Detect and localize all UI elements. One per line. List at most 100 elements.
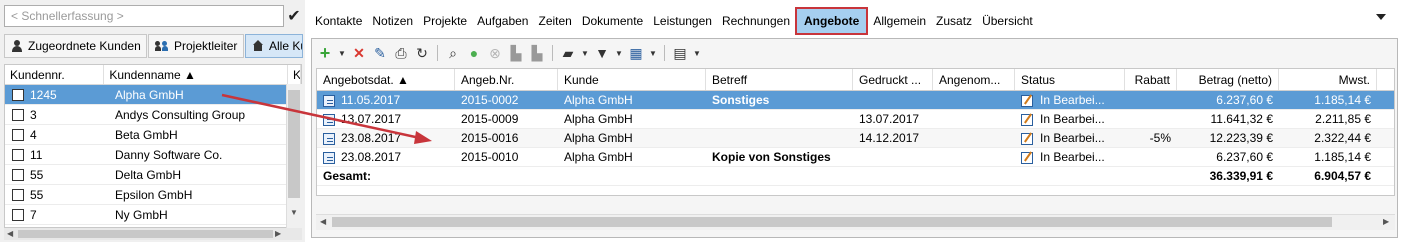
totals-label: Gesamt: bbox=[323, 169, 372, 183]
edit-icon[interactable]: ✎ bbox=[371, 44, 389, 62]
horizontal-scroll-thumb[interactable] bbox=[332, 217, 1332, 227]
row-checkbox[interactable] bbox=[12, 168, 24, 181]
list-item[interactable]: 55 Delta GmbH bbox=[5, 165, 301, 185]
vertical-scroll-thumb[interactable] bbox=[288, 90, 300, 198]
toolbar-separator bbox=[664, 45, 665, 61]
offer-subject: Kopie von Sonstiges bbox=[712, 150, 831, 164]
scroll-left-icon[interactable]: ◀ bbox=[7, 229, 13, 238]
preview-icon[interactable]: ⌕ bbox=[444, 44, 462, 62]
add-icon[interactable]: + bbox=[316, 43, 334, 63]
offer-subject: Sonstiges bbox=[712, 93, 770, 107]
delete-icon[interactable]: ✕ bbox=[350, 44, 368, 62]
columns-icon[interactable]: ▤ bbox=[671, 44, 689, 62]
row-checkbox[interactable] bbox=[12, 188, 24, 201]
tab-all-customers[interactable]: Alle Ku bbox=[245, 34, 303, 58]
tab-dokumente[interactable]: Dokumente bbox=[577, 14, 648, 28]
column-header-status[interactable]: Status bbox=[1015, 69, 1125, 90]
convert-icon[interactable]: ▙ bbox=[507, 44, 525, 62]
list-item[interactable]: 55 Epsilon GmbH bbox=[5, 185, 301, 205]
scroll-right-icon[interactable]: ▶ bbox=[1383, 217, 1389, 226]
toolbar-separator bbox=[437, 45, 438, 61]
totals-row: Gesamt: 36.339,91 € 6.904,57 € bbox=[317, 167, 1394, 186]
column-header-offer-number[interactable]: Angeb.Nr. bbox=[455, 69, 558, 90]
filter-dropdown-icon[interactable]: ▼ bbox=[614, 44, 624, 62]
accept-icon[interactable]: ● bbox=[465, 44, 483, 62]
print-icon[interactable]: ⎙ bbox=[392, 44, 410, 62]
column-header-customer-name[interactable]: Kundenname ▲ bbox=[104, 65, 289, 84]
tab-leistungen[interactable]: Leistungen bbox=[648, 14, 717, 28]
list-item[interactable]: 11 Danny Software Co. bbox=[5, 145, 301, 165]
table-row[interactable]: 23.08.2017 2015-0010 Alpha GmbH Kopie vo… bbox=[317, 148, 1394, 167]
customer-name: Epsilon GmbH bbox=[115, 187, 193, 202]
column-header-net-amount[interactable]: Betrag (netto) bbox=[1177, 69, 1279, 90]
list-item[interactable]: 7 Ny GmbH bbox=[5, 205, 301, 225]
list-item[interactable]: 4 Beta GmbH bbox=[5, 125, 301, 145]
tab-kontakte[interactable]: Kontakte bbox=[310, 14, 367, 28]
folder-dropdown-icon[interactable]: ▼ bbox=[580, 44, 590, 62]
tab-notizen[interactable]: Notizen bbox=[367, 14, 418, 28]
confirm-check-icon[interactable]: ✔ bbox=[284, 5, 304, 27]
column-header-k[interactable]: K bbox=[288, 65, 301, 84]
more-tabs-dropdown-icon[interactable] bbox=[1376, 14, 1386, 20]
tab-allgemein[interactable]: Allgemein bbox=[868, 14, 931, 28]
tab-project-manager[interactable]: Projektleiter bbox=[148, 34, 244, 58]
document-icon bbox=[323, 151, 335, 164]
reject-icon[interactable]: ⊗ bbox=[486, 44, 504, 62]
scroll-down-icon[interactable]: ▼ bbox=[290, 208, 298, 217]
tab-aufgaben[interactable]: Aufgaben bbox=[472, 14, 533, 28]
tab-rechnungen[interactable]: Rechnungen bbox=[717, 14, 795, 28]
offer-vat: 1.185,14 € bbox=[1314, 93, 1371, 107]
row-checkbox[interactable] bbox=[12, 208, 24, 221]
table-row[interactable]: 23.08.2017 2015-0016 Alpha GmbH 14.12.20… bbox=[317, 129, 1394, 148]
filter-icon[interactable]: ▼ bbox=[593, 44, 611, 62]
refresh-icon[interactable]: ↻ bbox=[413, 44, 431, 62]
column-header-printed[interactable]: Gedruckt ... bbox=[853, 69, 933, 90]
folder-icon[interactable]: ▰ bbox=[559, 44, 577, 62]
status-edit-icon bbox=[1021, 94, 1033, 107]
table-row[interactable]: 11.05.2017 2015-0002 Alpha GmbH Sonstige… bbox=[317, 91, 1394, 110]
calendar-dropdown-icon[interactable]: ▼ bbox=[648, 44, 658, 62]
column-header-customer[interactable]: Kunde bbox=[558, 69, 706, 90]
column-header-discount[interactable]: Rabatt bbox=[1125, 69, 1177, 90]
customer-filter-tabs: Zugeordnete Kunden Projektleiter Alle Ku bbox=[4, 34, 304, 58]
offer-status: In Bearbei... bbox=[1040, 93, 1105, 107]
column-header-date[interactable]: Angebotsdat. ▲ bbox=[317, 69, 455, 90]
horizontal-scroll-thumb[interactable] bbox=[18, 230, 273, 238]
tab-assigned-customers[interactable]: Zugeordnete Kunden bbox=[4, 34, 147, 58]
tab-uebersicht[interactable]: Übersicht bbox=[977, 14, 1038, 28]
row-checkbox[interactable] bbox=[12, 88, 24, 101]
tab-zeiten[interactable]: Zeiten bbox=[533, 14, 576, 28]
tab-zusatz[interactable]: Zusatz bbox=[931, 14, 977, 28]
status-edit-icon bbox=[1021, 113, 1033, 126]
row-checkbox[interactable] bbox=[12, 128, 24, 141]
columns-dropdown-icon[interactable]: ▼ bbox=[692, 44, 702, 62]
calendar-icon[interactable]: ▦ bbox=[627, 44, 645, 62]
column-header-customer-number[interactable]: Kundennr. bbox=[5, 65, 105, 84]
tab-label: Zugeordnete Kunden bbox=[28, 39, 141, 53]
tab-projekte[interactable]: Projekte bbox=[418, 14, 472, 28]
list-item[interactable]: 3 Andys Consulting Group bbox=[5, 105, 301, 125]
module-tabs: Kontakte Notizen Projekte Aufgaben Zeite… bbox=[310, 6, 1400, 36]
customer-number: 7 bbox=[30, 207, 37, 222]
scroll-right-icon[interactable]: ▶ bbox=[275, 229, 281, 238]
person-icon bbox=[11, 40, 23, 52]
tab-angebote[interactable]: Angebote bbox=[795, 7, 869, 35]
scroll-left-icon[interactable]: ◀ bbox=[320, 217, 326, 226]
column-header-vat[interactable]: Mwst. bbox=[1279, 69, 1377, 90]
offer-number: 2015-0016 bbox=[461, 131, 519, 145]
tab-label: Alle Ku bbox=[269, 39, 302, 53]
people-icon bbox=[155, 40, 169, 52]
status-edit-icon bbox=[1021, 132, 1033, 145]
row-checkbox[interactable] bbox=[12, 108, 24, 121]
add-dropdown-icon[interactable]: ▼ bbox=[337, 44, 347, 62]
offer-net-amount: 12.223,39 € bbox=[1209, 131, 1273, 145]
total-net-amount: 36.339,91 € bbox=[1209, 169, 1273, 183]
offer-date: 23.08.2017 bbox=[341, 150, 402, 164]
column-header-accepted[interactable]: Angenom... bbox=[933, 69, 1015, 90]
list-item[interactable]: 1245 Alpha GmbH bbox=[5, 85, 301, 105]
row-checkbox[interactable] bbox=[12, 148, 24, 161]
quick-entry-input[interactable]: < Schnellerfassung > bbox=[4, 5, 284, 27]
copy-icon[interactable]: ▙ bbox=[528, 44, 546, 62]
column-header-subject[interactable]: Betreff bbox=[706, 69, 853, 90]
table-row[interactable]: 13.07.2017 2015-0009 Alpha GmbH 13.07.20… bbox=[317, 110, 1394, 129]
